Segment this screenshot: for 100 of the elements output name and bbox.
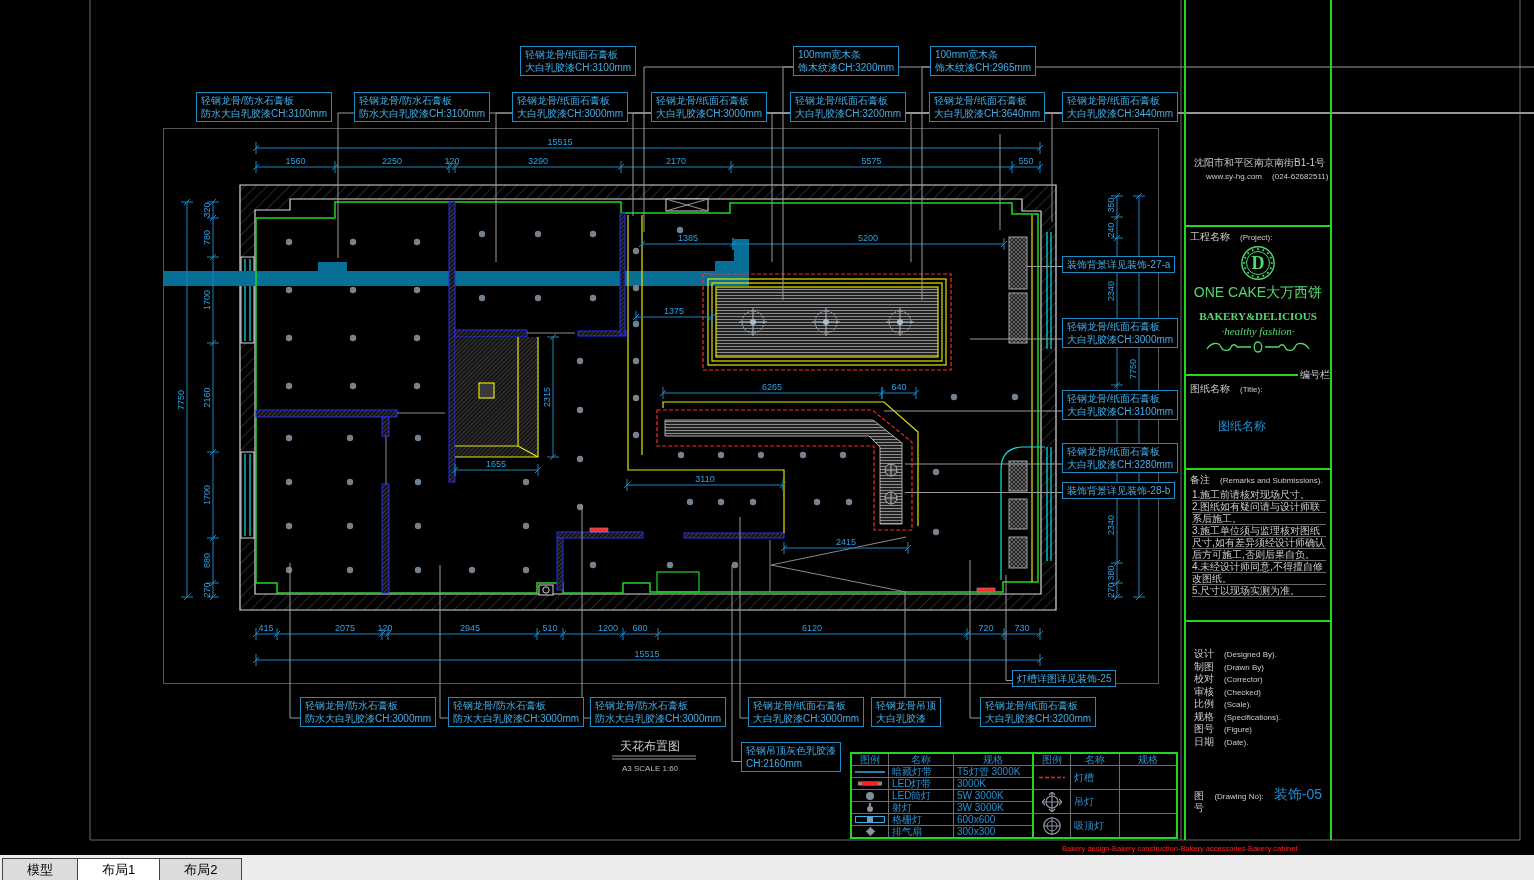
downlight-icon [478,294,486,302]
legend-name: 排气扇 [889,826,953,837]
dimension-text: 1700 [202,485,212,505]
dimension-text: 1700 [202,290,212,310]
pendant-lamp-icon [738,307,768,337]
field-label: 图号 [1194,723,1215,735]
dimension-text: 320 [202,202,212,218]
downlight-icon [413,334,421,342]
dimension-text: 640 [891,382,907,392]
dimension-text: 550 [1018,156,1034,166]
dimension-text: 270 [1106,582,1116,598]
number-label: 编号栏 [1300,369,1330,381]
callout-label: 轻钢龙骨/防水石膏板 防水大白乳胶漆CH:3100mm [354,92,491,122]
spotlight-icon [867,803,873,812]
callout-label: 100mm宽木条 饰木纹漆CH:2965mm [930,46,1037,76]
column-header: 规格 [1120,754,1176,765]
field-label: 设计 [1194,648,1215,660]
dimension-text: 2945 [460,623,480,633]
downlight-icon [478,230,486,238]
downlight-icon [285,478,293,486]
drain-icon [538,584,554,596]
dimension-text: 3290 [528,156,548,166]
downlight-icon [346,434,354,442]
downlight-icon [285,238,293,246]
callout-label: 100mm宽木条 饰木纹漆CH:3200mm [793,46,900,76]
legend-spec: T5灯管 3000K [954,766,1032,777]
pendant-lamp-icon [811,307,841,337]
plan-title: 天花布置图 [620,739,680,753]
partition-line [396,412,446,414]
field-label-en: (Drawn By) [1224,662,1264,673]
layout-tab[interactable]: 模型 [2,858,78,880]
spotlight-icon [884,463,898,477]
callout-label: 轻钢龙骨/防水石膏板 防水大白乳胶漆CH:3000mm [448,697,585,727]
downlight-icon [576,357,584,365]
downlight-icon [522,522,530,530]
dimension-text: 7750 [1128,359,1138,379]
downlight-icon [932,528,940,536]
layout-tab[interactable]: 布局1 [77,858,161,880]
dimension-text: 2415 [836,537,856,547]
dimension-text: 6120 [802,623,822,633]
layout-tab[interactable]: 布局2 [159,858,243,880]
downlight-icon [414,434,422,442]
callout-label: 轻钢龙骨/纸面石膏板 大白乳胶漆CH:3100mm [520,46,637,76]
downlight-icon [285,522,293,530]
dimension-text: 6265 [762,382,782,392]
callout-label: 轻钢龙骨吊顶 大白乳胶漆 [871,697,941,727]
address-text: 沈阳市和平区南京南街B1-1号 [1194,157,1327,169]
field-label-en: (Corrector) [1224,675,1263,685]
dimension-text: 2075 [335,623,355,633]
logo-tagline: BAKERY&DELICIOUS [1199,310,1317,323]
downlight-icon [522,566,530,574]
downlight-icon [349,286,357,294]
field-label: 校对 [1194,673,1215,685]
downlight-icon [413,382,421,390]
downlight-icon [346,566,354,574]
dimension-text: 880 [202,553,212,568]
downlight-icon [749,498,757,506]
column-header: 图例 [852,754,888,765]
field-label-en: (Checked) [1224,687,1261,698]
logo-ring-icon [1241,246,1275,280]
remarks-label-en: (Remarks and Submissions). [1220,476,1323,486]
device-marker [976,587,996,593]
column-header: 名称 [889,754,953,765]
title-label: 图纸名称 [1190,383,1230,395]
dimension-text: 5575 [861,156,882,166]
dimension-text: 780 [202,230,212,245]
downlight-icon [349,382,357,390]
legend-name: 暗藏灯带 [889,766,953,777]
callout-label: 轻钢龙骨/纸面石膏板 大白乳胶漆CH:3000mm [512,92,629,122]
partition-line [526,332,576,334]
downlight-icon [757,451,765,459]
legend-spec: 300x300 [954,826,1032,837]
legend-spec: 3W 3000K [954,802,1032,813]
display-panel [1008,460,1028,492]
leader-line [1026,266,1063,267]
legend-spec: 600x600 [954,814,1032,825]
dimension-text: 2250 [382,156,402,166]
downlight-icon [413,286,421,294]
drawing-title: 图纸名称 [1217,419,1267,433]
callout-label: 轻钢龙骨/纸面石膏板 大白乳胶漆CH:3640mm [929,92,1046,122]
scale-text: A3 SCALE 1:60 [622,764,679,773]
downlight-icon [346,522,354,530]
display-panel [1008,498,1028,530]
dimension-text: 270 [202,582,212,598]
title-label-en: (Title): [1240,385,1263,395]
dimension-text: 2170 [666,156,686,166]
downlight-icon [413,238,421,246]
dimension-text: 2315 [542,387,552,407]
dimension-text: 680 [632,623,648,633]
dimension-text: 2340 [1106,515,1116,535]
logo-name: ONE CAKE大万西饼 [1193,284,1323,300]
callout-label: 轻钢龙骨/纸面石膏板 大白乳胶漆CH:3200mm [980,697,1097,727]
callout-label: 轻钢龙骨/防水石膏板 防水大白乳胶漆CH:3100mm [196,92,333,122]
legend-name: 灯槽 [1071,766,1119,789]
note-text: 1.施工前请核对现场尺寸。 [1192,489,1326,501]
downlight-icon [677,451,685,459]
dimension-text: 120 [377,623,393,633]
downlight-icon [468,566,476,574]
dimension-text: 240 [1106,222,1116,238]
downlight-icon [632,357,640,365]
